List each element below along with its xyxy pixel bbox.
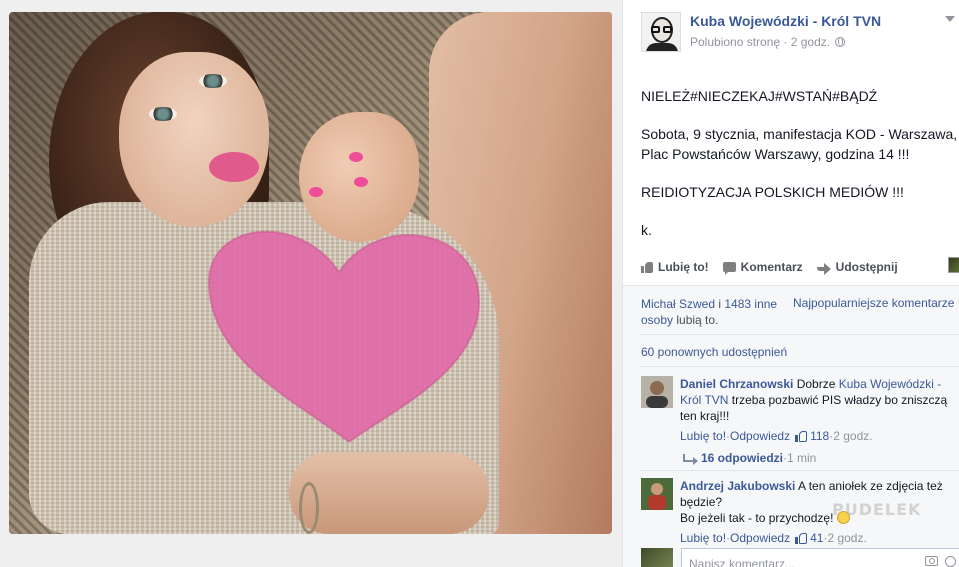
comment-meta: Lubię to! · Odpowiedz 118 · 2 godz. <box>680 428 873 444</box>
post-sidebar: Kuba Wojewódzki - Król TVN Polubiono str… <box>622 0 959 567</box>
share-icon <box>816 262 831 275</box>
comment-button[interactable]: Komentarz <box>722 260 803 275</box>
photo-bracelet <box>299 482 319 534</box>
comment-like-link[interactable]: Lubię to! <box>680 530 726 546</box>
emoji-icon[interactable] <box>945 556 956 567</box>
comment-time[interactable]: 2 godz. <box>833 428 872 444</box>
comment-like-count[interactable]: 118 <box>810 428 829 444</box>
comment-input[interactable]: Napisz komentarz... <box>681 548 959 567</box>
page-name-link[interactable]: Kuba Wojewódzki - Król TVN <box>690 12 881 30</box>
photo-lips <box>209 152 259 182</box>
comment-meta: Lubię to! · Odpowiedz 41 · 2 godz. <box>680 530 867 546</box>
page-avatar[interactable] <box>641 12 681 52</box>
post-line: Plac Powstańców Warszawy, godzina 14 !!! <box>641 146 910 162</box>
post-meta: Polubiono stronę · 2 godz. <box>690 35 881 49</box>
post-line: Sobota, 9 stycznia, manifestacja KOD - W… <box>641 126 958 142</box>
comment-avatar[interactable] <box>641 376 673 408</box>
comment-author-link[interactable]: Andrzej Jakubowski <box>680 479 795 493</box>
shares-link[interactable]: 60 ponownych udostępnień <box>641 345 787 359</box>
share-button[interactable]: Udostępnij <box>816 260 898 275</box>
liker-link[interactable]: Michał Szwed <box>641 297 715 311</box>
like-button[interactable]: Lubię to! <box>641 260 709 274</box>
post-as-avatar[interactable] <box>948 257 959 273</box>
post-line: NIELEŻ#NIECZEKAJ#WSTAŃ#BĄDŹ <box>641 88 878 104</box>
divider <box>641 334 959 335</box>
comment-time[interactable]: 2 godz. <box>827 530 866 546</box>
post-line: REIDIOTYZACJA POLSKICH MEDIÓW !!! <box>641 184 904 200</box>
divider <box>641 366 959 367</box>
replies-time: 1 min <box>787 451 817 465</box>
thumbs-up-icon <box>795 430 808 442</box>
photo-nail <box>349 152 363 162</box>
camera-icon[interactable] <box>925 556 938 566</box>
photo-heart-pattern <box>207 230 481 442</box>
view-replies-link[interactable]: 16 odpowiedzi · 1 min <box>683 451 816 465</box>
comment-like-link[interactable]: Lubię to! <box>680 428 726 444</box>
post-photo[interactable] <box>9 12 612 534</box>
like-icon <box>641 261 653 273</box>
photo-eye-right <box>199 74 227 88</box>
photo-nail <box>354 177 368 187</box>
comment-reply-link[interactable]: Odpowiedz <box>730 530 790 546</box>
globe-icon <box>835 37 846 47</box>
composer-avatar <box>641 548 673 567</box>
photo-viewer <box>0 0 622 567</box>
comment-reply-link[interactable]: Odpowiedz <box>730 428 790 444</box>
photo-arm <box>289 452 489 534</box>
comment-like-count[interactable]: 41 <box>810 530 823 546</box>
reply-arrow-icon <box>683 454 698 465</box>
liked-page-label: Polubiono stronę <box>690 35 781 49</box>
post-message: NIELEŻ#NIECZEKAJ#WSTAŃ#BĄDŹ Sobota, 9 st… <box>641 86 959 258</box>
post-actions: Lubię to! Komentarz Udostępnij <box>641 257 959 275</box>
photo-eye-left <box>149 107 177 121</box>
comment-icon <box>722 262 736 275</box>
photo-face <box>119 52 269 227</box>
thumbs-up-icon <box>795 532 808 544</box>
chevron-down-icon[interactable] <box>945 16 955 22</box>
post-line: k. <box>641 222 652 238</box>
comment-author-link[interactable]: Daniel Chrzanowski <box>680 377 793 391</box>
divider <box>641 470 959 471</box>
comment-avatar[interactable] <box>641 478 673 510</box>
photo-nail <box>309 187 323 197</box>
post-timestamp[interactable]: 2 godz. <box>791 35 830 49</box>
top-comments-dropdown[interactable]: Najpopularniejsze komentarze <box>793 296 954 310</box>
watermark: PUDELEK <box>832 500 922 519</box>
comment-composer: Napisz komentarz... <box>641 548 959 567</box>
post-header: Kuba Wojewódzki - Król TVN Polubiono str… <box>641 12 881 52</box>
likes-summary: Michał Szwed i 1483 inne osoby lubią to. <box>641 297 778 327</box>
